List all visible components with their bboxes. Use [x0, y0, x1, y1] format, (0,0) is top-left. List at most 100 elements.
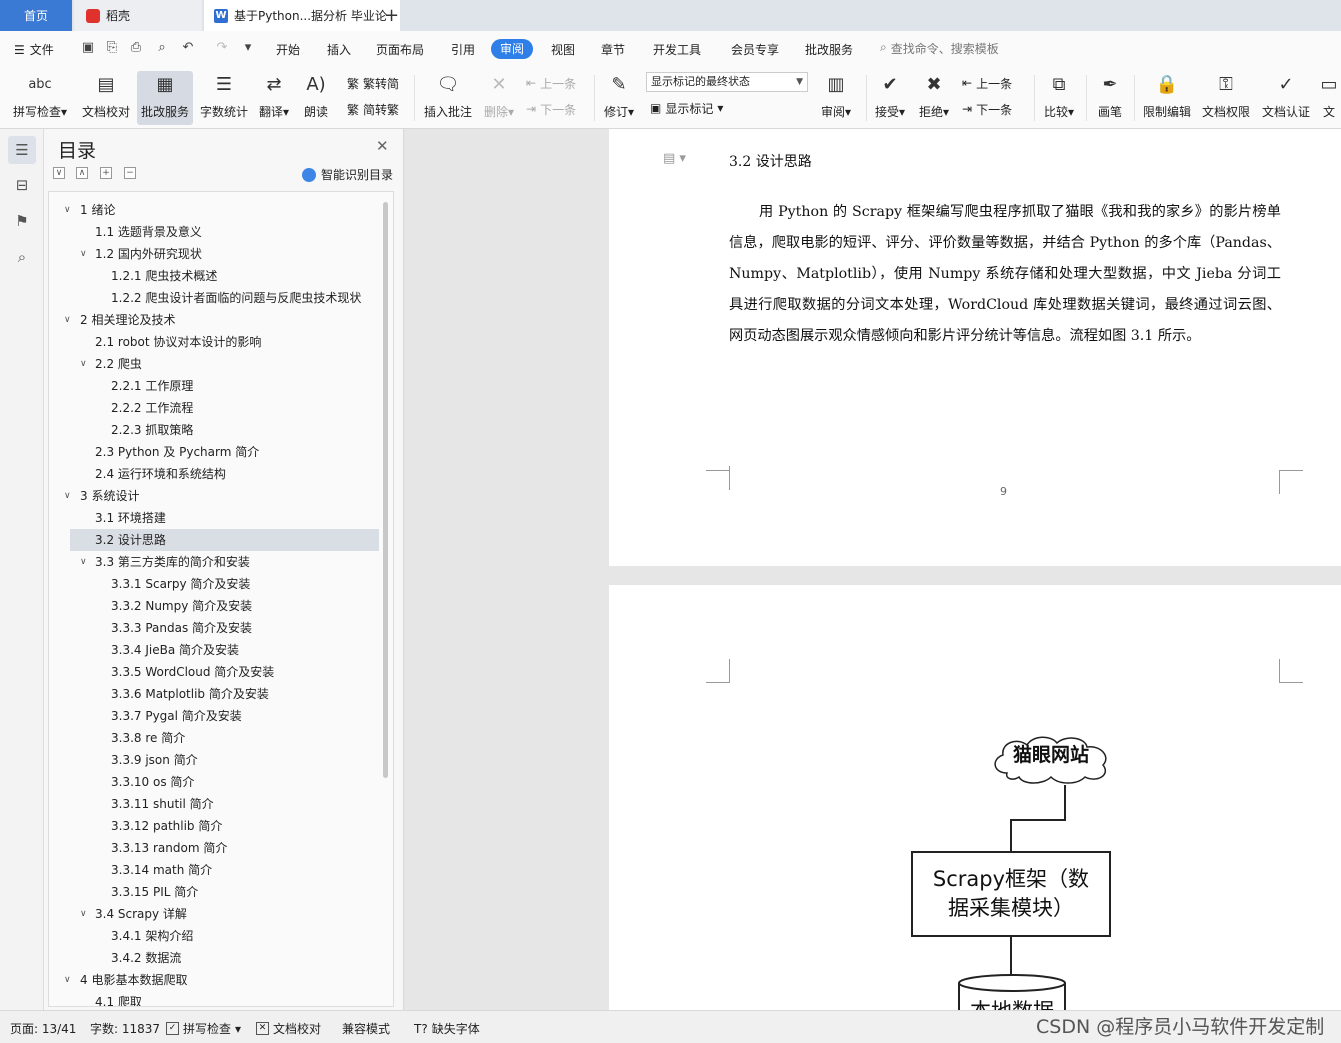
redo-icon[interactable]: ↷	[214, 40, 230, 56]
remove-heading-icon[interactable]: −	[124, 167, 136, 179]
word-count-indicator[interactable]: 字数: 11837	[90, 1020, 160, 1037]
page-indicator[interactable]: 页面: 13/41	[10, 1020, 76, 1037]
toc-panel-icon[interactable]: ☰	[8, 136, 36, 164]
toc-item[interactable]: 3.3.3 Pandas 简介及安装	[49, 617, 379, 639]
page-menu-icon[interactable]: ▤ ▾	[663, 151, 686, 166]
toc-expand-chevron-icon[interactable]: ∨	[80, 353, 87, 375]
bookmark-icon[interactable]: ⚑	[8, 207, 36, 235]
print-icon[interactable]: ⎙	[128, 40, 144, 56]
undo-icon[interactable]: ↶	[180, 40, 196, 56]
toc-item[interactable]: 1.2.1 爬虫技术概述	[49, 265, 379, 287]
tab-daoke[interactable]: 稻壳	[74, 0, 202, 31]
print-preview-icon[interactable]: ⌕	[154, 40, 170, 56]
toc-item[interactable]: 3.4.2 数据流	[49, 947, 379, 969]
toc-expand-chevron-icon[interactable]: ∨	[64, 199, 71, 221]
collapse-toc-icon[interactable]: ∨	[53, 167, 65, 179]
menu-page-layout[interactable]: 页面布局	[376, 40, 424, 60]
smart-toc-button[interactable]: 智能识别目录	[302, 166, 393, 183]
menu-section[interactable]: 章节	[601, 40, 625, 60]
show-markup-button[interactable]: ▣ 显示标记 ▾	[650, 98, 723, 118]
toc-expand-chevron-icon[interactable]: ∨	[64, 309, 71, 331]
toc-item[interactable]: 2.4 运行环境和系统结构	[49, 463, 379, 485]
compat-mode[interactable]: 兼容模式	[342, 1020, 390, 1037]
toc-item[interactable]: ∨ 2.2 爬虫	[49, 353, 379, 375]
tab-document[interactable]: W 基于Python...据分析 毕业论	[204, 0, 400, 31]
menu-references[interactable]: 引用	[451, 40, 475, 60]
compare-button[interactable]: ⧉ 比较▾	[1040, 71, 1078, 125]
toc-item[interactable]: 3.2 设计思路	[70, 529, 379, 551]
toc-item[interactable]: 2.2.1 工作原理	[49, 375, 379, 397]
doc-permission-button[interactable]: ⚿ 文档权限	[1198, 71, 1254, 125]
menu-review[interactable]: 审阅	[491, 39, 534, 59]
correction-service-button[interactable]: ▦ 批改服务	[137, 71, 193, 125]
export-pdf-icon[interactable]: ⎘	[104, 40, 120, 56]
toc-item[interactable]: ∨ 1 绪论	[49, 199, 379, 221]
missing-font[interactable]: T? 缺失字体	[414, 1020, 480, 1037]
review-pane-button[interactable]: ▥ 审阅▾	[816, 71, 856, 125]
save-icon[interactable]: ▣	[80, 40, 96, 56]
close-icon[interactable]: ✕	[376, 137, 389, 155]
status-spellcheck[interactable]: ✓ 拼写检查 ▾	[166, 1020, 241, 1037]
toc-expand-chevron-icon[interactable]: ∨	[64, 969, 71, 991]
customize-toolbar-icon[interactable]: ▾	[240, 40, 256, 56]
menu-insert[interactable]: 插入	[327, 40, 351, 60]
toc-item[interactable]: 3.3.6 Matplotlib 简介及安装	[49, 683, 379, 705]
toc-item[interactable]: 3.3.12 pathlib 简介	[49, 815, 379, 837]
trad-to-simp-button[interactable]: 繁 繁转简	[347, 73, 399, 93]
restrict-edit-button[interactable]: 🔒 限制编辑	[1140, 71, 1194, 125]
menu-correction[interactable]: 批改服务	[805, 40, 853, 60]
toc-item[interactable]: ∨ 4 电影基本数据爬取	[49, 969, 379, 991]
status-proof[interactable]: ✕ 文档校对	[256, 1020, 321, 1037]
command-search[interactable]: ⌕ 查找命令、搜索模板	[880, 40, 999, 57]
prev-comment-button[interactable]: ⇤ 上一条	[526, 73, 576, 93]
accept-button[interactable]: ✔ 接受▾	[871, 71, 909, 125]
next-change-button[interactable]: ⇥ 下一条	[962, 99, 1012, 119]
toc-item[interactable]: 1.2.2 爬虫设计者面临的问题与反爬虫技术现状	[49, 287, 379, 309]
toc-item[interactable]: 3.3.1 Scarpy 简介及安装	[49, 573, 379, 595]
new-tab-plus-icon[interactable]: +	[384, 5, 399, 26]
toc-item[interactable]: 3.3.15 PIL 简介	[49, 881, 379, 903]
expand-toc-icon[interactable]: ∧	[76, 167, 88, 179]
file-menu[interactable]: ☰ 文件	[14, 40, 54, 60]
toc-item[interactable]: 2.3 Python 及 Pycharm 简介	[49, 441, 379, 463]
toc-item[interactable]: 3.3.5 WordCloud 简介及安装	[49, 661, 379, 683]
simp-to-trad-button[interactable]: 繁 简转繁	[347, 99, 399, 119]
insert-comment-button[interactable]: 🗨 插入批注	[422, 71, 474, 125]
toc-item[interactable]: 3.3.9 json 简介	[49, 749, 379, 771]
toc-item[interactable]: 2.2.2 工作流程	[49, 397, 379, 419]
toc-item[interactable]: ∨ 3.3 第三方类库的简介和安装	[49, 551, 379, 573]
tab-home[interactable]: 首页	[0, 0, 72, 31]
add-heading-icon[interactable]: +	[100, 167, 112, 179]
toc-item[interactable]: 2.2.3 抓取策略	[49, 419, 379, 441]
doc-more-button[interactable]: ▭ 文	[1318, 71, 1340, 125]
menu-start[interactable]: 开始	[276, 40, 300, 60]
delete-comment-button[interactable]: ✕ 删除▾	[480, 71, 518, 125]
chapter-nav-icon[interactable]: ⊟	[8, 171, 36, 199]
toc-expand-chevron-icon[interactable]: ∨	[80, 903, 87, 925]
toc-expand-chevron-icon[interactable]: ∨	[80, 243, 87, 265]
markup-state-select[interactable]: 显示标记的最终状态 ▼	[646, 72, 808, 92]
toc-item[interactable]: ∨ 1.2 国内外研究现状	[49, 243, 379, 265]
menu-view[interactable]: 视图	[551, 40, 575, 60]
doc-auth-button[interactable]: ✓ 文档认证	[1258, 71, 1314, 125]
toc-item[interactable]: 3.3.13 random 简介	[49, 837, 379, 859]
find-icon[interactable]: ⌕	[8, 243, 36, 271]
toc-item[interactable]: 2.1 robot 协议对本设计的影响	[49, 331, 379, 353]
toc-item[interactable]: 3.3.4 JieBa 简介及安装	[49, 639, 379, 661]
ink-button[interactable]: ✒ 画笔	[1094, 71, 1126, 125]
toc-item[interactable]: 3.3.14 math 简介	[49, 859, 379, 881]
toc-expand-chevron-icon[interactable]: ∨	[80, 551, 87, 573]
toc-item[interactable]: 3.4.1 架构介绍	[49, 925, 379, 947]
toc-item[interactable]: ∨ 3.4 Scrapy 详解	[49, 903, 379, 925]
toc-item[interactable]: ∨ 2 相关理论及技术	[49, 309, 379, 331]
menu-member[interactable]: 会员专享	[731, 40, 779, 60]
translate-button[interactable]: ⇄ 翻译▾	[256, 71, 292, 125]
toc-item[interactable]: 3.3.2 Numpy 简介及安装	[49, 595, 379, 617]
read-aloud-button[interactable]: A) 朗读	[300, 71, 332, 125]
reject-button[interactable]: ✖ 拒绝▾	[915, 71, 953, 125]
toc-item[interactable]: 1.1 选题背景及意义	[49, 221, 379, 243]
toc-expand-chevron-icon[interactable]: ∨	[64, 485, 71, 507]
menu-developer[interactable]: 开发工具	[653, 40, 701, 60]
toc-item[interactable]: 3.3.10 os 简介	[49, 771, 379, 793]
toc-item[interactable]: 3.3.11 shutil 简介	[49, 793, 379, 815]
